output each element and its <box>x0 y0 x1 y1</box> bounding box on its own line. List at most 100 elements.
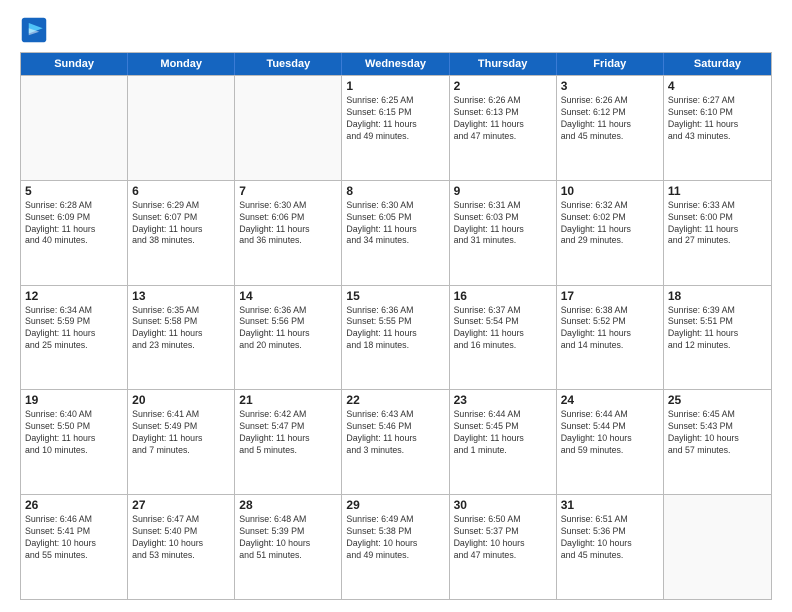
day-number: 11 <box>668 184 767 198</box>
cell-info: Sunrise: 6:50 AM Sunset: 5:37 PM Dayligh… <box>454 514 552 562</box>
calendar-cell: 14 Sunrise: 6:36 AM Sunset: 5:56 PM Dayli… <box>235 286 342 390</box>
cell-info: Sunrise: 6:29 AM Sunset: 6:07 PM Dayligh… <box>132 200 230 248</box>
day-number: 22 <box>346 393 444 407</box>
day-number: 20 <box>132 393 230 407</box>
day-number: 16 <box>454 289 552 303</box>
calendar-body: 1 Sunrise: 6:25 AM Sunset: 6:15 PM Daylig… <box>21 75 771 599</box>
cell-info: Sunrise: 6:45 AM Sunset: 5:43 PM Dayligh… <box>668 409 767 457</box>
weekday-header-sunday: Sunday <box>21 53 128 75</box>
calendar-cell: 16Sunrise: 6:37 AM Sunset: 5:54 PM Dayli… <box>450 286 557 390</box>
day-number: 12 <box>25 289 123 303</box>
cell-info: Sunrise: 6:44 AM Sunset: 5:44 PM Dayligh… <box>561 409 659 457</box>
calendar-cell: 17 Sunrise: 6:38 AM Sunset: 5:52 PM Dayli… <box>557 286 664 390</box>
day-number: 23 <box>454 393 552 407</box>
cell-info: Sunrise: 6:36 AM Sunset: 5:56 PM Dayligh… <box>239 305 337 353</box>
calendar-cell: 22 Sunrise: 6:43 AM Sunset: 5:46 PM Dayli… <box>342 390 449 494</box>
calendar-cell: 24 Sunrise: 6:44 AM Sunset: 5:44 PM Dayli… <box>557 390 664 494</box>
calendar-cell: 12 Sunrise: 6:34 AM Sunset: 5:59 PM Dayli… <box>21 286 128 390</box>
day-number: 10 <box>561 184 659 198</box>
day-number: 4 <box>668 79 767 93</box>
day-number: 9 <box>454 184 552 198</box>
calendar-cell: 15Sunrise: 6:36 AM Sunset: 5:55 PM Dayli… <box>342 286 449 390</box>
calendar-cell: 18 Sunrise: 6:39 AM Sunset: 5:51 PM Dayli… <box>664 286 771 390</box>
calendar: SundayMondayTuesdayWednesdayThursdayFrid… <box>20 52 772 600</box>
cell-info: Sunrise: 6:44 AM Sunset: 5:45 PM Dayligh… <box>454 409 552 457</box>
day-number: 27 <box>132 498 230 512</box>
day-number: 3 <box>561 79 659 93</box>
cell-info: Sunrise: 6:28 AM Sunset: 6:09 PM Dayligh… <box>25 200 123 248</box>
cell-info: Sunrise: 6:47 AM Sunset: 5:40 PM Dayligh… <box>132 514 230 562</box>
day-number: 7 <box>239 184 337 198</box>
calendar-cell <box>664 495 771 599</box>
day-number: 8 <box>346 184 444 198</box>
calendar-week-2: 5 Sunrise: 6:28 AM Sunset: 6:09 PM Daylig… <box>21 180 771 285</box>
day-number: 13 <box>132 289 230 303</box>
cell-info: Sunrise: 6:33 AM Sunset: 6:00 PM Dayligh… <box>668 200 767 248</box>
cell-info: Sunrise: 6:43 AM Sunset: 5:46 PM Dayligh… <box>346 409 444 457</box>
cell-info: Sunrise: 6:27 AM Sunset: 6:10 PM Dayligh… <box>668 95 767 143</box>
day-number: 28 <box>239 498 337 512</box>
calendar-cell: 25Sunrise: 6:45 AM Sunset: 5:43 PM Dayli… <box>664 390 771 494</box>
cell-info: Sunrise: 6:35 AM Sunset: 5:58 PM Dayligh… <box>132 305 230 353</box>
day-number: 14 <box>239 289 337 303</box>
calendar-cell <box>235 76 342 180</box>
day-number: 17 <box>561 289 659 303</box>
calendar-week-1: 1 Sunrise: 6:25 AM Sunset: 6:15 PM Daylig… <box>21 75 771 180</box>
calendar-cell: 2 Sunrise: 6:26 AM Sunset: 6:13 PM Daylig… <box>450 76 557 180</box>
day-number: 24 <box>561 393 659 407</box>
cell-info: Sunrise: 6:30 AM Sunset: 6:06 PM Dayligh… <box>239 200 337 248</box>
calendar-cell: 5 Sunrise: 6:28 AM Sunset: 6:09 PM Daylig… <box>21 181 128 285</box>
calendar-week-5: 26 Sunrise: 6:46 AM Sunset: 5:41 PM Dayli… <box>21 494 771 599</box>
day-number: 2 <box>454 79 552 93</box>
logo <box>20 16 52 44</box>
cell-info: Sunrise: 6:26 AM Sunset: 6:13 PM Dayligh… <box>454 95 552 143</box>
calendar-cell <box>128 76 235 180</box>
day-number: 6 <box>132 184 230 198</box>
calendar-cell: 10 Sunrise: 6:32 AM Sunset: 6:02 PM Dayli… <box>557 181 664 285</box>
cell-info: Sunrise: 6:39 AM Sunset: 5:51 PM Dayligh… <box>668 305 767 353</box>
weekday-header-wednesday: Wednesday <box>342 53 449 75</box>
calendar-cell: 13 Sunrise: 6:35 AM Sunset: 5:58 PM Dayli… <box>128 286 235 390</box>
calendar-cell: 20Sunrise: 6:41 AM Sunset: 5:49 PM Dayli… <box>128 390 235 494</box>
calendar-week-4: 19 Sunrise: 6:40 AM Sunset: 5:50 PM Dayli… <box>21 389 771 494</box>
cell-info: Sunrise: 6:32 AM Sunset: 6:02 PM Dayligh… <box>561 200 659 248</box>
calendar-week-3: 12 Sunrise: 6:34 AM Sunset: 5:59 PM Dayli… <box>21 285 771 390</box>
cell-info: Sunrise: 6:25 AM Sunset: 6:15 PM Dayligh… <box>346 95 444 143</box>
calendar-cell: 1 Sunrise: 6:25 AM Sunset: 6:15 PM Daylig… <box>342 76 449 180</box>
calendar-cell: 3 Sunrise: 6:26 AM Sunset: 6:12 PM Daylig… <box>557 76 664 180</box>
day-number: 31 <box>561 498 659 512</box>
cell-info: Sunrise: 6:49 AM Sunset: 5:38 PM Dayligh… <box>346 514 444 562</box>
page: SundayMondayTuesdayWednesdayThursdayFrid… <box>0 0 792 612</box>
weekday-header-thursday: Thursday <box>450 53 557 75</box>
day-number: 30 <box>454 498 552 512</box>
day-number: 18 <box>668 289 767 303</box>
cell-info: Sunrise: 6:48 AM Sunset: 5:39 PM Dayligh… <box>239 514 337 562</box>
day-number: 19 <box>25 393 123 407</box>
day-number: 5 <box>25 184 123 198</box>
calendar-cell: 8Sunrise: 6:30 AM Sunset: 6:05 PM Daylig… <box>342 181 449 285</box>
calendar-cell: 11 Sunrise: 6:33 AM Sunset: 6:00 PM Dayli… <box>664 181 771 285</box>
weekday-header-saturday: Saturday <box>664 53 771 75</box>
cell-info: Sunrise: 6:34 AM Sunset: 5:59 PM Dayligh… <box>25 305 123 353</box>
day-number: 26 <box>25 498 123 512</box>
cell-info: Sunrise: 6:40 AM Sunset: 5:50 PM Dayligh… <box>25 409 123 457</box>
calendar-cell: 4 Sunrise: 6:27 AM Sunset: 6:10 PM Daylig… <box>664 76 771 180</box>
cell-info: Sunrise: 6:42 AM Sunset: 5:47 PM Dayligh… <box>239 409 337 457</box>
cell-info: Sunrise: 6:31 AM Sunset: 6:03 PM Dayligh… <box>454 200 552 248</box>
calendar-cell: 9 Sunrise: 6:31 AM Sunset: 6:03 PM Daylig… <box>450 181 557 285</box>
day-number: 15 <box>346 289 444 303</box>
weekday-header-monday: Monday <box>128 53 235 75</box>
calendar-cell: 29Sunrise: 6:49 AM Sunset: 5:38 PM Dayli… <box>342 495 449 599</box>
calendar-cell: 26 Sunrise: 6:46 AM Sunset: 5:41 PM Dayli… <box>21 495 128 599</box>
cell-info: Sunrise: 6:38 AM Sunset: 5:52 PM Dayligh… <box>561 305 659 353</box>
weekday-header-friday: Friday <box>557 53 664 75</box>
day-number: 21 <box>239 393 337 407</box>
weekday-header-tuesday: Tuesday <box>235 53 342 75</box>
cell-info: Sunrise: 6:26 AM Sunset: 6:12 PM Dayligh… <box>561 95 659 143</box>
cell-info: Sunrise: 6:46 AM Sunset: 5:41 PM Dayligh… <box>25 514 123 562</box>
calendar-cell: 30 Sunrise: 6:50 AM Sunset: 5:37 PM Dayli… <box>450 495 557 599</box>
day-number: 1 <box>346 79 444 93</box>
calendar-cell: 31Sunrise: 6:51 AM Sunset: 5:36 PM Dayli… <box>557 495 664 599</box>
calendar-header: SundayMondayTuesdayWednesdayThursdayFrid… <box>21 53 771 75</box>
logo-icon <box>20 16 48 44</box>
